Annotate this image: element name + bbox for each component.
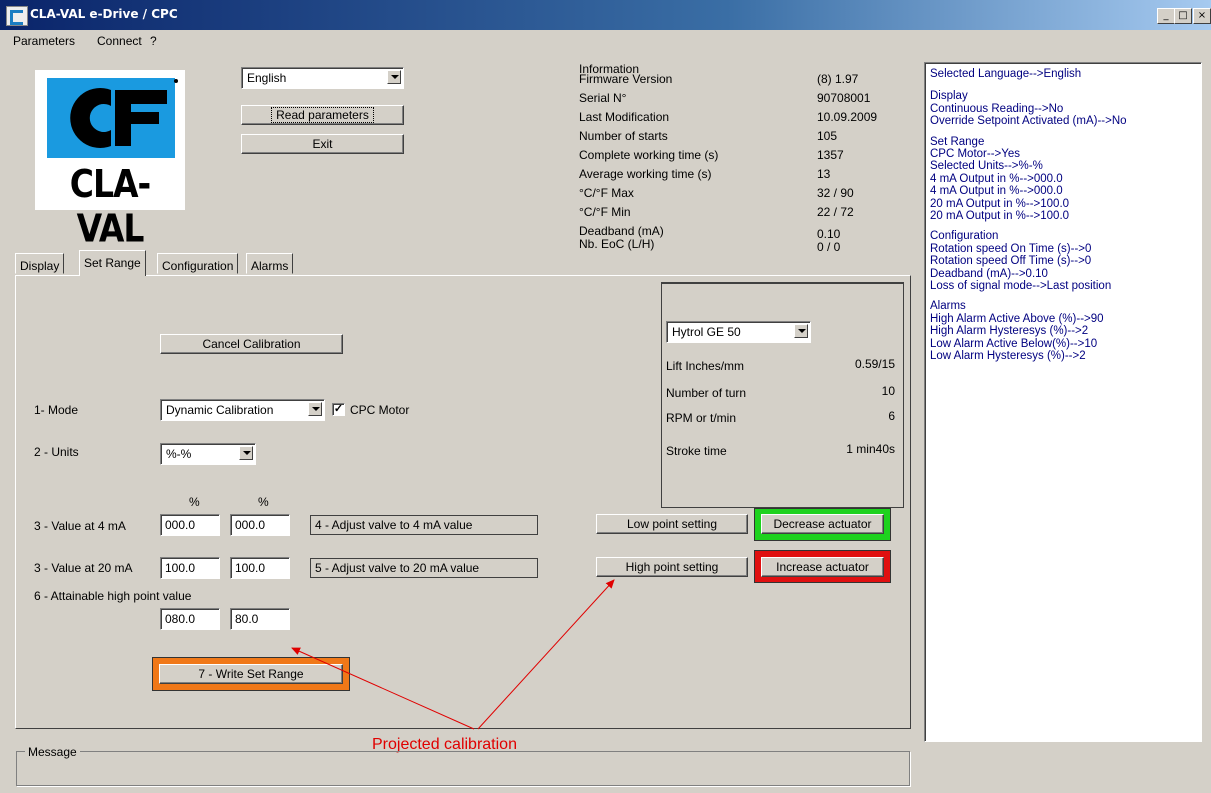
summary-line: High Alarm Hysteresys (%)-->2 xyxy=(930,325,1089,338)
summary-line: 4 mA Output in %-->000.0 xyxy=(930,185,1063,198)
summary-line: Selected Language-->English xyxy=(930,68,1082,80)
summary-line: Rotation speed On Time (s)-->0 xyxy=(930,242,1092,255)
summary-line: Loss of signal mode-->Last position xyxy=(930,280,1112,292)
summary-line: 20 mA Output in %-->100.0 xyxy=(930,197,1070,210)
summary-line: High Alarm Active Above (%)-->90 xyxy=(930,312,1104,325)
summary-line: Display xyxy=(930,90,968,103)
summary-line: Rotation speed Off Time (s)-->0 xyxy=(930,255,1092,268)
summary-line: CPC Motor-->Yes xyxy=(930,148,1021,160)
tab-set-range[interactable]: Set Range xyxy=(79,250,146,276)
arrow-to-high-point xyxy=(477,579,615,730)
summary-line: Deadband (mA)-->0.10 xyxy=(930,267,1048,280)
summary-line: Selected Units-->%-% xyxy=(930,160,1043,173)
settings-summary-panel[interactable]: Selected Language-->English Display Contin… xyxy=(924,62,1202,742)
arrow-to-attainable xyxy=(291,647,475,730)
summary-line: Configuration xyxy=(930,230,999,243)
summary-line: 4 mA Output in %-->000.0 xyxy=(930,172,1063,185)
message-group: Message xyxy=(16,745,910,786)
summary-line: Override Setpoint Activated (mA)-->No xyxy=(930,115,1127,128)
summary-line: Low Alarm Active Below(%)-->10 xyxy=(930,337,1098,350)
summary-line: 20 mA Output in %-->100.0 xyxy=(930,210,1070,222)
summary-line: Set Range xyxy=(930,135,985,148)
message-label: Message xyxy=(25,745,80,759)
summary-line: Continuous Reading-->No xyxy=(930,102,1064,115)
summary-line: Alarms xyxy=(930,300,966,313)
summary-line: Low Alarm Hysteresys (%)-->2 xyxy=(930,350,1086,362)
